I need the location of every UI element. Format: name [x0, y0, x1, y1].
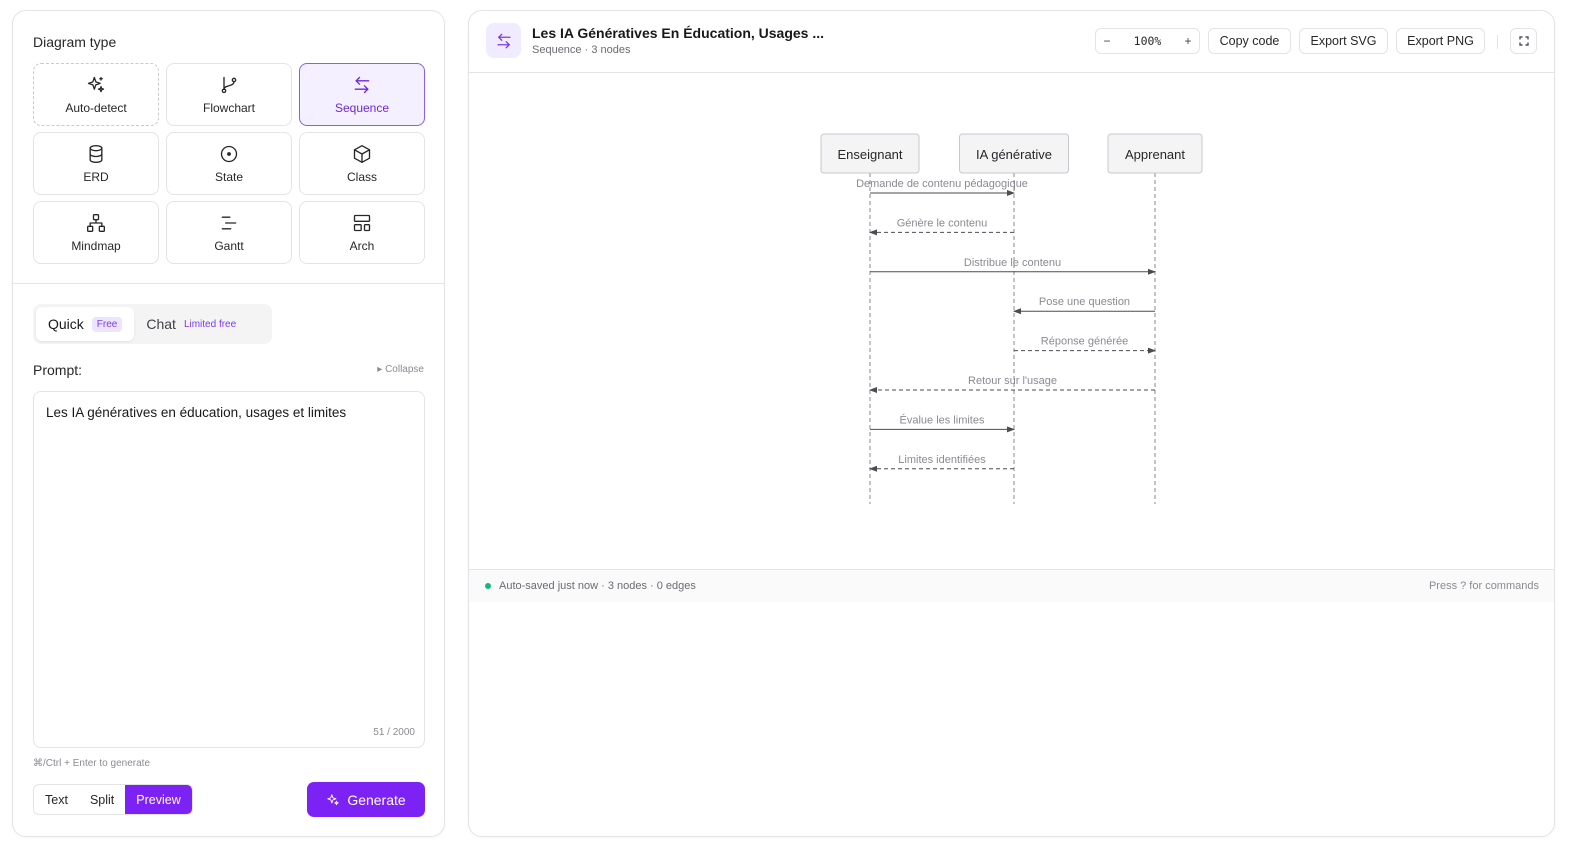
type-label: Class	[346, 169, 377, 184]
type-label: ERD	[83, 169, 109, 184]
database-icon	[89, 144, 103, 163]
expand-icon	[1518, 36, 1529, 46]
char-counter: 51 / 2000	[373, 727, 415, 738]
participant-label: Apprenant	[1125, 147, 1185, 162]
status-bar: Auto-saved just now · 3 nodes · 0 edges …	[469, 569, 1554, 602]
message-label: Réponse générée	[1041, 336, 1128, 348]
mode-chat-tab[interactable]: Chat Limited free	[134, 307, 248, 341]
diagram-title: Les IA Génératives En Éducation, Usages …	[532, 25, 825, 41]
type-arch[interactable]: Arch	[299, 201, 425, 264]
message-label: Génère le contenu	[897, 217, 988, 229]
zoom-out-button[interactable]: −	[1096, 34, 1118, 48]
sequence-type-icon-badge	[486, 23, 521, 58]
view-preview-button[interactable]: Preview	[125, 785, 192, 814]
git-branch-icon	[221, 76, 237, 93]
type-gantt[interactable]: Gantt	[166, 201, 292, 264]
type-label: Auto-detect	[65, 100, 127, 115]
message-label: Limites identifiées	[898, 454, 986, 466]
mode-quick-tab[interactable]: Quick Free	[36, 307, 135, 341]
circle-dot-icon	[220, 145, 238, 162]
zoom-level: 100%	[1133, 34, 1162, 48]
type-class[interactable]: Class	[299, 132, 425, 195]
preview-header: Les IA Génératives En Éducation, Usages …	[469, 11, 1554, 73]
type-auto-detect[interactable]: Auto-detect	[33, 63, 159, 126]
export-png-button[interactable]: Export PNG	[1396, 28, 1485, 54]
view-split-button[interactable]: Split	[79, 785, 125, 814]
zoom-in-button[interactable]: +	[1177, 34, 1199, 48]
type-sequence[interactable]: Sequence	[299, 63, 425, 126]
autosave-text: Auto-saved just now · 3 nodes · 0 edges	[499, 580, 696, 592]
preview-panel: Les IA Génératives En Éducation, Usages …	[468, 10, 1555, 837]
diagram-type-grid: Auto-detect Flowchart Sequence ERD State…	[33, 63, 425, 264]
free-badge: Free	[91, 316, 123, 332]
type-label: Sequence	[334, 100, 390, 115]
gantt-bars-icon	[221, 216, 237, 229]
type-label: State	[214, 169, 244, 184]
shortcut-hint: ⌘/Ctrl + Enter to generate	[33, 758, 151, 769]
limited-free-badge: Limited free	[183, 318, 237, 330]
mode-toggle: Quick Free Chat Limited free	[33, 304, 272, 344]
fullscreen-button[interactable]	[1510, 28, 1537, 54]
autosave-status: Auto-saved just now · 3 nodes · 0 edges	[485, 580, 696, 592]
saved-status-dot	[485, 583, 491, 589]
type-label: Gantt	[214, 238, 244, 253]
message-label: Évalue les limites	[900, 413, 985, 426]
arrows-swap-icon	[496, 33, 511, 48]
left-panel: Diagram type Auto-detect Flowchart Seque…	[12, 10, 445, 837]
generate-label: Generate	[347, 791, 406, 808]
type-erd[interactable]: ERD	[33, 132, 159, 195]
message-label: Distribue le contenu	[964, 257, 1061, 269]
type-label: Arch	[349, 238, 375, 253]
commands-hint: Press ? for commands	[1428, 580, 1539, 592]
type-label: Mindmap	[71, 238, 121, 253]
generate-button[interactable]: Generate	[307, 782, 425, 817]
diagram-canvas[interactable]: Enseignant IA générative Apprenant Demande …	[469, 73, 1554, 570]
prompt-label: Prompt:	[33, 362, 83, 378]
export-svg-button[interactable]: Export SVG	[1299, 28, 1388, 54]
participant-label: IA générative	[976, 147, 1052, 162]
mode-chat-label: Chat	[146, 316, 176, 332]
diagram-subtitle: Sequence · 3 nodes	[532, 44, 631, 56]
collapse-button[interactable]: ▸ Collapse	[377, 364, 424, 375]
cube-icon	[353, 144, 371, 163]
view-mode-segmented: Text Split Preview	[33, 784, 193, 815]
message-label: Pose une question	[1039, 296, 1130, 308]
arrows-swap-icon	[354, 76, 370, 93]
section-divider	[13, 283, 444, 284]
participant-label: Enseignant	[837, 147, 902, 162]
message-label: Retour sur l'usage	[968, 375, 1057, 387]
sparkles-icon	[87, 76, 105, 92]
layout-grid-icon	[353, 214, 371, 231]
diagram-type-title: Diagram type	[33, 34, 117, 50]
hierarchy-icon	[87, 213, 105, 232]
type-state[interactable]: State	[166, 132, 292, 195]
mode-quick-label: Quick	[48, 316, 84, 332]
prompt-input[interactable]	[33, 391, 425, 748]
copy-code-button[interactable]: Copy code	[1208, 28, 1291, 54]
zoom-control: − 100% +	[1095, 28, 1200, 54]
sparkles-icon	[327, 793, 340, 805]
type-flowchart[interactable]: Flowchart	[166, 63, 292, 126]
view-text-button[interactable]: Text	[34, 785, 79, 814]
type-label: Flowchart	[202, 100, 255, 115]
message-label: Demande de contenu pédagogique	[856, 178, 1028, 190]
toolbar-divider	[1497, 35, 1498, 49]
sequence-diagram: Enseignant IA générative Apprenant Demande …	[820, 133, 1203, 504]
type-mindmap[interactable]: Mindmap	[33, 201, 159, 264]
